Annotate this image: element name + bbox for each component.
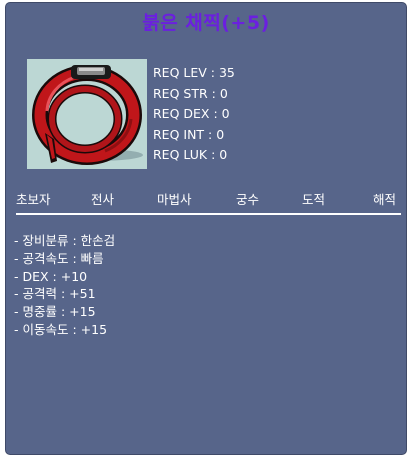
- job-thief: 도적: [302, 192, 326, 207]
- divider: [16, 213, 401, 215]
- req-str: REQ STR : 0: [153, 85, 228, 101]
- item-icon-frame: [27, 59, 147, 169]
- stat-attack-speed: - 공격속도 : 빠름: [14, 250, 104, 266]
- stat-equip-type: - 장비분류 : 한손검: [14, 233, 116, 248]
- job-magician: 마법사: [157, 192, 192, 207]
- stat-dex: - DEX : +10: [14, 268, 88, 284]
- req-luk: REQ LUK : 0: [153, 147, 228, 162]
- req-int: REQ INT : 0: [153, 126, 225, 142]
- stat-attack: - 공격력 : +51: [14, 286, 96, 302]
- red-whip-icon: [32, 65, 143, 165]
- item-title: 붉은 채찍(+5): [142, 12, 270, 34]
- job-beginner: 초보자: [16, 192, 51, 207]
- job-list: 초보자 전사 마법사 궁수 도적 해적: [6, 189, 408, 207]
- req-level: REQ LEV : 35: [153, 65, 235, 80]
- item-tooltip: 붉은 채찍(+5) REQ LEV : 35 REQ STR : 0 REQ D…: [5, 2, 407, 455]
- stat-speed: - 이동속도 : +15: [14, 321, 108, 337]
- req-dex: REQ DEX : 0: [153, 106, 230, 121]
- job-warrior: 전사: [91, 192, 115, 207]
- stat-accuracy: - 명중률 : +15: [14, 304, 96, 320]
- stats-list: - 장비분류 : 한손검 - 공격속도 : 빠름 - DEX : +10 - 공…: [14, 232, 115, 339]
- job-bowman: 궁수: [236, 192, 260, 207]
- requirements-list: REQ LEV : 35 REQ STR : 0 REQ DEX : 0 REQ…: [153, 63, 235, 166]
- job-pirate: 해적: [373, 192, 397, 207]
